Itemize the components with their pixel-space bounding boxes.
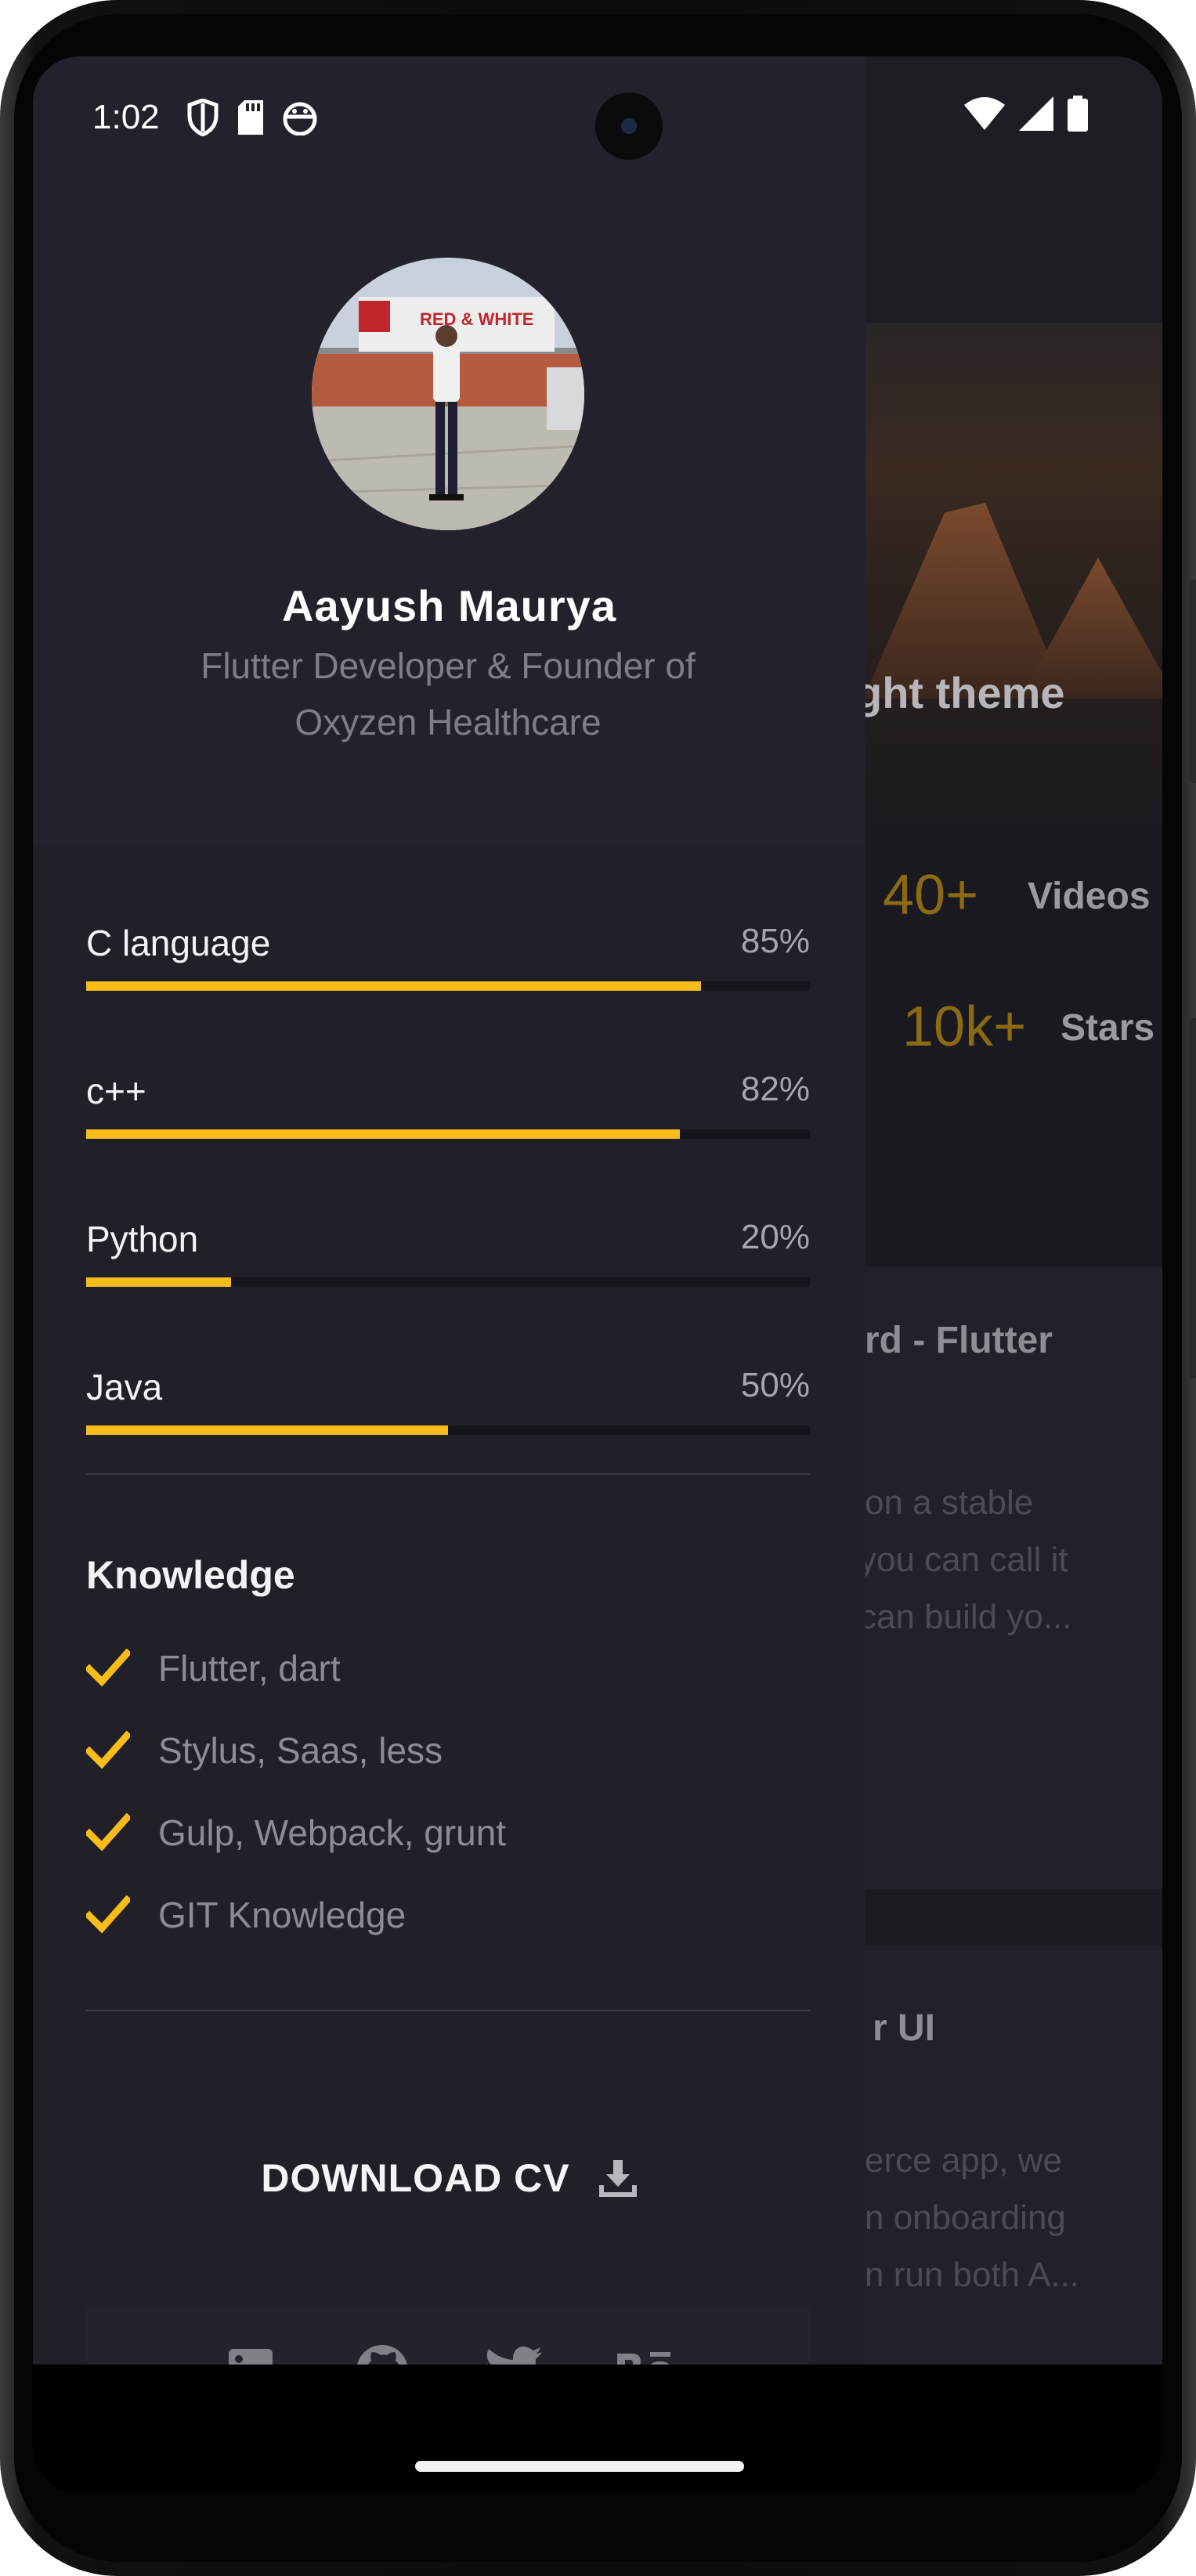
knowledge-item-label: Stylus, Saas, less	[158, 1730, 443, 1771]
skill-name: c++	[86, 1071, 146, 1111]
profile-subtitle-line-2: Oxyzen Healthcare	[294, 702, 602, 742]
knowledge-item-label: Flutter, dart	[158, 1648, 341, 1689]
wifi-icon	[964, 97, 1005, 130]
download-cv-button[interactable]: DOWNLOAD CV	[33, 2155, 865, 2201]
skill-progress-track	[86, 981, 810, 991]
download-cv-label: DOWNLOAD CV	[261, 2156, 570, 2200]
stat-label-videos: Videos	[1028, 876, 1151, 917]
knowledge-item: GIT Knowledge	[86, 1891, 406, 1938]
skill-progress-track	[86, 1425, 810, 1435]
avatar-sign-text: RED & WHITE	[420, 309, 533, 329]
background-hero-title: ght theme	[855, 668, 1065, 717]
skill-percent: 50%	[740, 1366, 810, 1404]
stat-number-stars: 10k+	[902, 995, 1027, 1058]
knowledge-item-label: Gulp, Webpack, grunt	[158, 1812, 507, 1853]
card-2-line: n run both A...	[865, 2256, 1079, 2294]
skill-percent: 85%	[740, 922, 810, 960]
skill-progress-fill	[86, 1129, 680, 1139]
skill-progress-track	[86, 1129, 810, 1139]
skill-progress-track	[86, 1277, 810, 1287]
card-2-line: erce app, we	[865, 2141, 1062, 2180]
knowledge-item: Gulp, Webpack, grunt	[86, 1809, 506, 1856]
skill-c-language: C language 85%	[86, 922, 810, 1000]
check-icon	[86, 1731, 130, 1769]
skill-python: Python 20%	[86, 1218, 810, 1296]
status-right-icons	[964, 96, 1088, 132]
status-time: 1:02	[92, 98, 160, 136]
skill-progress-fill	[86, 1277, 231, 1287]
front-camera	[595, 92, 663, 160]
skill-percent: 20%	[740, 1218, 810, 1256]
profile-name: Aayush Maurya	[282, 581, 616, 630]
phone-frame: ght theme 40+ Videos 10k+ Stars rd - Flu…	[0, 0, 1196, 2576]
download-icon	[598, 2160, 637, 2197]
knowledge-item: Stylus, Saas, less	[86, 1727, 443, 1774]
screen: ght theme 40+ Videos 10k+ Stars rd - Flu…	[33, 56, 1162, 2494]
skill-name: C language	[86, 923, 271, 963]
skill-percent: 82%	[740, 1070, 810, 1108]
power-button	[1190, 580, 1196, 783]
avatar-photo: RED & WHITE	[312, 258, 584, 530]
profile-subtitle-line-1: Flutter Developer & Founder of	[201, 645, 696, 686]
battery-icon	[1068, 96, 1088, 132]
navigation-drawer: 1:02 RED & WHITE Aayush Maurya Flutter D…	[33, 56, 865, 2433]
profile-subtitle: Flutter Developer & Founder of Oxyzen He…	[158, 638, 738, 750]
knowledge-item: Flutter, dart	[86, 1645, 341, 1692]
check-icon	[86, 1895, 130, 1934]
shield-icon	[187, 99, 219, 136]
status-bar: 1:02	[92, 94, 335, 141]
card-1-line: can build yo...	[859, 1598, 1072, 1636]
skill-cpp: c++ 82%	[86, 1070, 810, 1148]
skill-name: Java	[86, 1367, 163, 1407]
check-icon	[86, 1813, 130, 1852]
signal-icon	[1019, 96, 1053, 131]
card-2-title: r UI	[873, 2007, 936, 2049]
home-indicator[interactable]	[415, 2461, 744, 2472]
skill-progress-fill	[86, 1425, 448, 1435]
divider	[86, 2010, 810, 2011]
skill-progress-fill	[86, 981, 702, 991]
check-icon	[86, 1649, 130, 1687]
card-1-title: rd - Flutter	[865, 1320, 1053, 1361]
android-debug-icon	[283, 102, 317, 135]
card-2-line: n onboarding	[865, 2198, 1066, 2237]
stat-number-videos: 40+	[883, 864, 979, 927]
card-1-line: you can call it	[859, 1541, 1068, 1579]
stat-label-stars: Stars	[1061, 1007, 1155, 1049]
skill-java: Java 50%	[86, 1366, 810, 1444]
divider	[86, 1473, 810, 1475]
volume-button	[1190, 1018, 1196, 1378]
knowledge-item-label: GIT Knowledge	[158, 1895, 406, 1935]
sd-card-icon	[237, 100, 263, 135]
knowledge-title: Knowledge	[86, 1553, 295, 1597]
card-1-line: on a stable	[865, 1483, 1034, 1522]
avatar[interactable]: RED & WHITE	[312, 258, 584, 530]
skill-name: Python	[86, 1219, 199, 1259]
navigation-bar	[33, 2365, 1162, 2494]
